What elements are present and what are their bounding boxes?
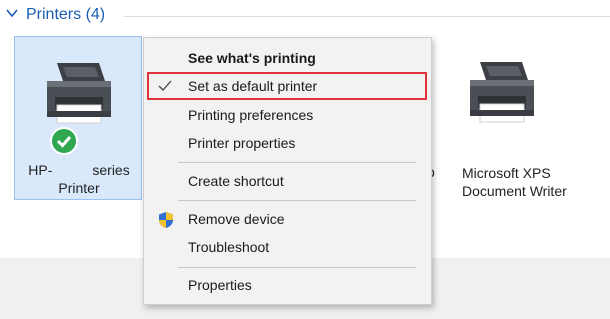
- menu-item-label: Create shortcut: [188, 173, 284, 189]
- group-title: Printers (4): [26, 6, 106, 23]
- printer-name-prefix: HP-: [28, 162, 53, 178]
- menu-item-label: Properties: [188, 277, 252, 293]
- menu-item-label: See what's printing: [188, 50, 316, 66]
- group-divider: [124, 16, 610, 17]
- menu-item-label: Printer properties: [188, 135, 296, 151]
- xps-printer-name-line2: Document Writer: [462, 183, 567, 199]
- menu-separator: [178, 267, 416, 268]
- menu-item-create-shortcut[interactable]: Create shortcut: [144, 168, 431, 194]
- xps-printer-name[interactable]: Microsoft XPS Document Writer: [462, 164, 592, 200]
- printer-name: HP-series Printer: [15, 161, 143, 197]
- menu-item-label: Remove device: [188, 211, 285, 227]
- redaction-mask: [52, 164, 93, 179]
- printers-group-header[interactable]: Printers (4): [0, 4, 610, 30]
- menu-item-label: Printing preferences: [188, 107, 314, 123]
- printer-icon: [47, 63, 111, 124]
- default-printer-badge-icon: [50, 127, 78, 155]
- printer-name-line2: Printer: [58, 180, 100, 196]
- menu-item-printer-properties[interactable]: Printer properties: [144, 130, 431, 156]
- menu-item-see-whats-printing[interactable]: See what's printing: [144, 45, 431, 71]
- menu-item-remove-device[interactable]: Remove device: [144, 206, 431, 232]
- chevron-down-icon[interactable]: [6, 7, 18, 19]
- menu-item-printing-preferences[interactable]: Printing preferences: [144, 102, 431, 128]
- menu-separator: [178, 200, 416, 201]
- menu-item-troubleshoot[interactable]: Troubleshoot: [144, 234, 431, 260]
- xps-printer-icon[interactable]: [466, 56, 538, 136]
- xps-printer-name-line1: Microsoft XPS: [462, 165, 551, 181]
- menu-item-label: Troubleshoot: [188, 239, 270, 255]
- printer-tile-selected[interactable]: HP-series Printer: [14, 36, 142, 200]
- menu-separator: [178, 162, 416, 163]
- context-menu: See what's printing Set as default print…: [143, 37, 432, 305]
- highlight-box: [147, 72, 427, 100]
- menu-item-properties[interactable]: Properties: [144, 272, 431, 298]
- printer-name-suffix: series: [92, 162, 130, 178]
- uac-shield-icon: [159, 212, 173, 228]
